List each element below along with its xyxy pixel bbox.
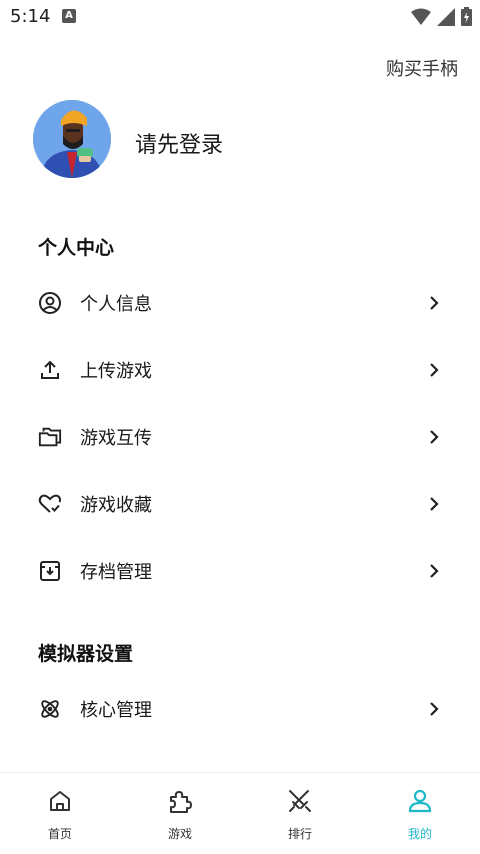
menu-item-game-transfer[interactable]: 游戏互传 xyxy=(0,411,480,463)
upload-icon xyxy=(38,358,62,382)
login-prompt[interactable]: 请先登录 xyxy=(135,127,223,159)
user-circle-icon xyxy=(38,291,62,315)
menu-item-game-favorites[interactable]: 游戏收藏 xyxy=(0,478,480,530)
chevron-right-icon xyxy=(426,563,442,579)
atom-icon xyxy=(38,697,62,721)
chevron-right-icon xyxy=(426,701,442,717)
heart-check-icon xyxy=(38,492,62,516)
archive-icon xyxy=(38,559,62,583)
nav-item-mine[interactable]: 我的 xyxy=(360,773,480,854)
home-icon xyxy=(46,787,74,815)
nav-item-games[interactable]: 游戏 xyxy=(120,773,240,854)
chevron-right-icon xyxy=(426,295,442,311)
nav-item-home[interactable]: 首页 xyxy=(0,773,120,854)
status-bar: 5:14 A xyxy=(0,0,480,32)
chevron-right-icon xyxy=(426,429,442,445)
status-icons xyxy=(411,7,472,26)
puzzle-icon xyxy=(166,787,194,815)
personal-center-title: 个人中心 xyxy=(38,237,115,259)
bottom-nav: 首页 游戏 排行 我的 xyxy=(0,773,480,854)
menu-item-personal-info[interactable]: 个人信息 xyxy=(0,277,480,329)
nav-label: 排行 xyxy=(287,827,312,841)
menu-item-label: 游戏收藏 xyxy=(80,495,152,516)
menu-item-label: 存档管理 xyxy=(80,562,152,583)
menu-item-label: 游戏互传 xyxy=(80,428,152,449)
avatar-illustration-icon xyxy=(33,100,111,178)
menu-item-core-management[interactable]: 核心管理 xyxy=(0,683,480,735)
signal-icon xyxy=(437,7,455,26)
menu-item-save-management[interactable]: 存档管理 xyxy=(0,545,480,597)
profile-icon xyxy=(406,787,434,815)
nav-label: 首页 xyxy=(47,827,72,841)
notification-a-icon: A xyxy=(62,9,76,23)
folder-icon xyxy=(38,425,62,449)
battery-icon xyxy=(461,7,472,26)
nav-label: 我的 xyxy=(407,827,432,841)
avatar[interactable] xyxy=(33,100,111,178)
crossed-swords-icon xyxy=(286,787,314,815)
menu-item-label: 个人信息 xyxy=(80,294,152,315)
emulator-settings-title: 模拟器设置 xyxy=(38,643,134,665)
nav-item-ranking[interactable]: 排行 xyxy=(240,773,360,854)
status-time: 5:14 xyxy=(10,6,51,27)
nav-label: 游戏 xyxy=(167,827,192,841)
chevron-right-icon xyxy=(426,496,442,512)
menu-item-label: 核心管理 xyxy=(80,700,152,721)
menu-item-label: 上传游戏 xyxy=(80,361,152,382)
buy-controller-link[interactable]: 购买手柄 xyxy=(386,55,458,81)
wifi-icon xyxy=(411,8,431,25)
menu-item-upload-game[interactable]: 上传游戏 xyxy=(0,344,480,396)
chevron-right-icon xyxy=(426,362,442,378)
